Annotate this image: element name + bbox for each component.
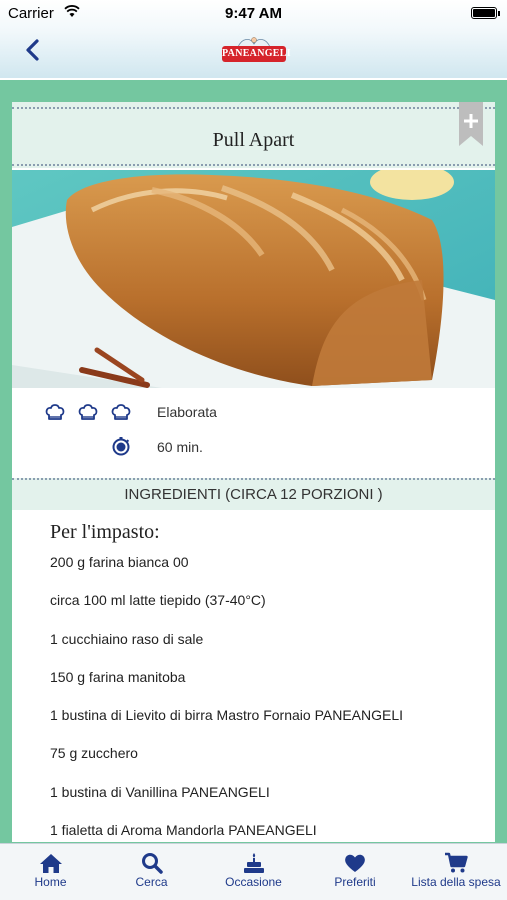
heart-icon xyxy=(345,854,365,872)
recipe-title: Pull Apart xyxy=(212,129,295,151)
ingredient-item: 1 bustina di Lievito di birra Mastro For… xyxy=(50,707,404,724)
tab-occasione-label: Occasione xyxy=(225,875,282,889)
ingredients-header-band: INGREDIENTI (CIRCA 12 PORZIONI ) xyxy=(12,478,495,510)
section-title: Per l'impasto: xyxy=(50,521,160,543)
difficulty-label: Elaborata xyxy=(157,404,217,420)
chef-hat-icon xyxy=(111,404,131,420)
battery-icon xyxy=(471,7,497,19)
tab-preferiti[interactable]: Preferiti xyxy=(305,844,405,900)
ingredient-item: 150 g farina manitoba xyxy=(50,668,186,685)
tab-preferiti-label: Preferiti xyxy=(334,875,376,889)
ingredient-item: 75 g zucchero xyxy=(50,745,138,762)
tab-home[interactable]: Home xyxy=(0,844,101,900)
chevron-left-icon[interactable] xyxy=(20,37,46,63)
ingredients-header: INGREDIENTI (CIRCA 12 PORZIONI ) xyxy=(124,486,383,503)
ingredients-list: Per l'impasto: 200 g farina bianca 00 ci… xyxy=(50,512,490,854)
recipe-card: Pull Apart Elaborata 60 min. INGREDIENTI… xyxy=(12,102,495,842)
plus-icon[interactable] xyxy=(459,102,483,146)
ingredient-item: 1 cucchiaino raso di sale xyxy=(50,630,204,647)
tab-occasione[interactable]: Occasione xyxy=(202,844,305,900)
tab-cerca[interactable]: Cerca xyxy=(101,844,202,900)
logo-text: PANEANGELI xyxy=(222,46,291,62)
tab-lista-spesa-label: Lista della spesa xyxy=(411,875,501,889)
tab-bar: Home Cerca Occasione Preferiti Lista del… xyxy=(0,843,507,900)
dotted-divider xyxy=(12,107,495,109)
prep-time: 60 min. xyxy=(157,439,203,455)
tab-cerca-label: Cerca xyxy=(135,875,168,889)
ingredient-item: 1 bustina di Vanillina PANEANGELI xyxy=(50,783,270,800)
cake-icon xyxy=(243,853,264,873)
chef-hat-icon xyxy=(45,404,65,420)
status-time: 9:47 AM xyxy=(225,5,282,22)
divider xyxy=(0,78,507,80)
ingredient-item: 200 g farina bianca 00 xyxy=(50,554,189,570)
ingredient-item: circa 100 ml latte tiepido (37-40°C) xyxy=(50,592,266,609)
dotted-divider xyxy=(12,164,495,166)
recipe-photo xyxy=(12,170,495,388)
battery-nub xyxy=(498,11,500,16)
tab-home-label: Home xyxy=(34,875,67,889)
top-bar: Carrier 9:47 AM PANEANGELI xyxy=(0,0,507,80)
search-icon xyxy=(141,853,163,874)
tab-lista-spesa[interactable]: Lista della spesa xyxy=(405,844,507,900)
timer-icon xyxy=(112,437,130,456)
cart-icon xyxy=(445,852,468,873)
dotted-divider xyxy=(12,478,495,480)
brand-logo: PANEANGELI xyxy=(220,34,291,70)
title-band: Pull Apart xyxy=(12,102,495,168)
chef-hat-icon xyxy=(78,404,98,420)
recipe-meta: Elaborata 60 min. xyxy=(12,388,495,480)
home-icon xyxy=(39,854,62,873)
status-bar: Carrier 9:47 AM xyxy=(0,0,507,28)
